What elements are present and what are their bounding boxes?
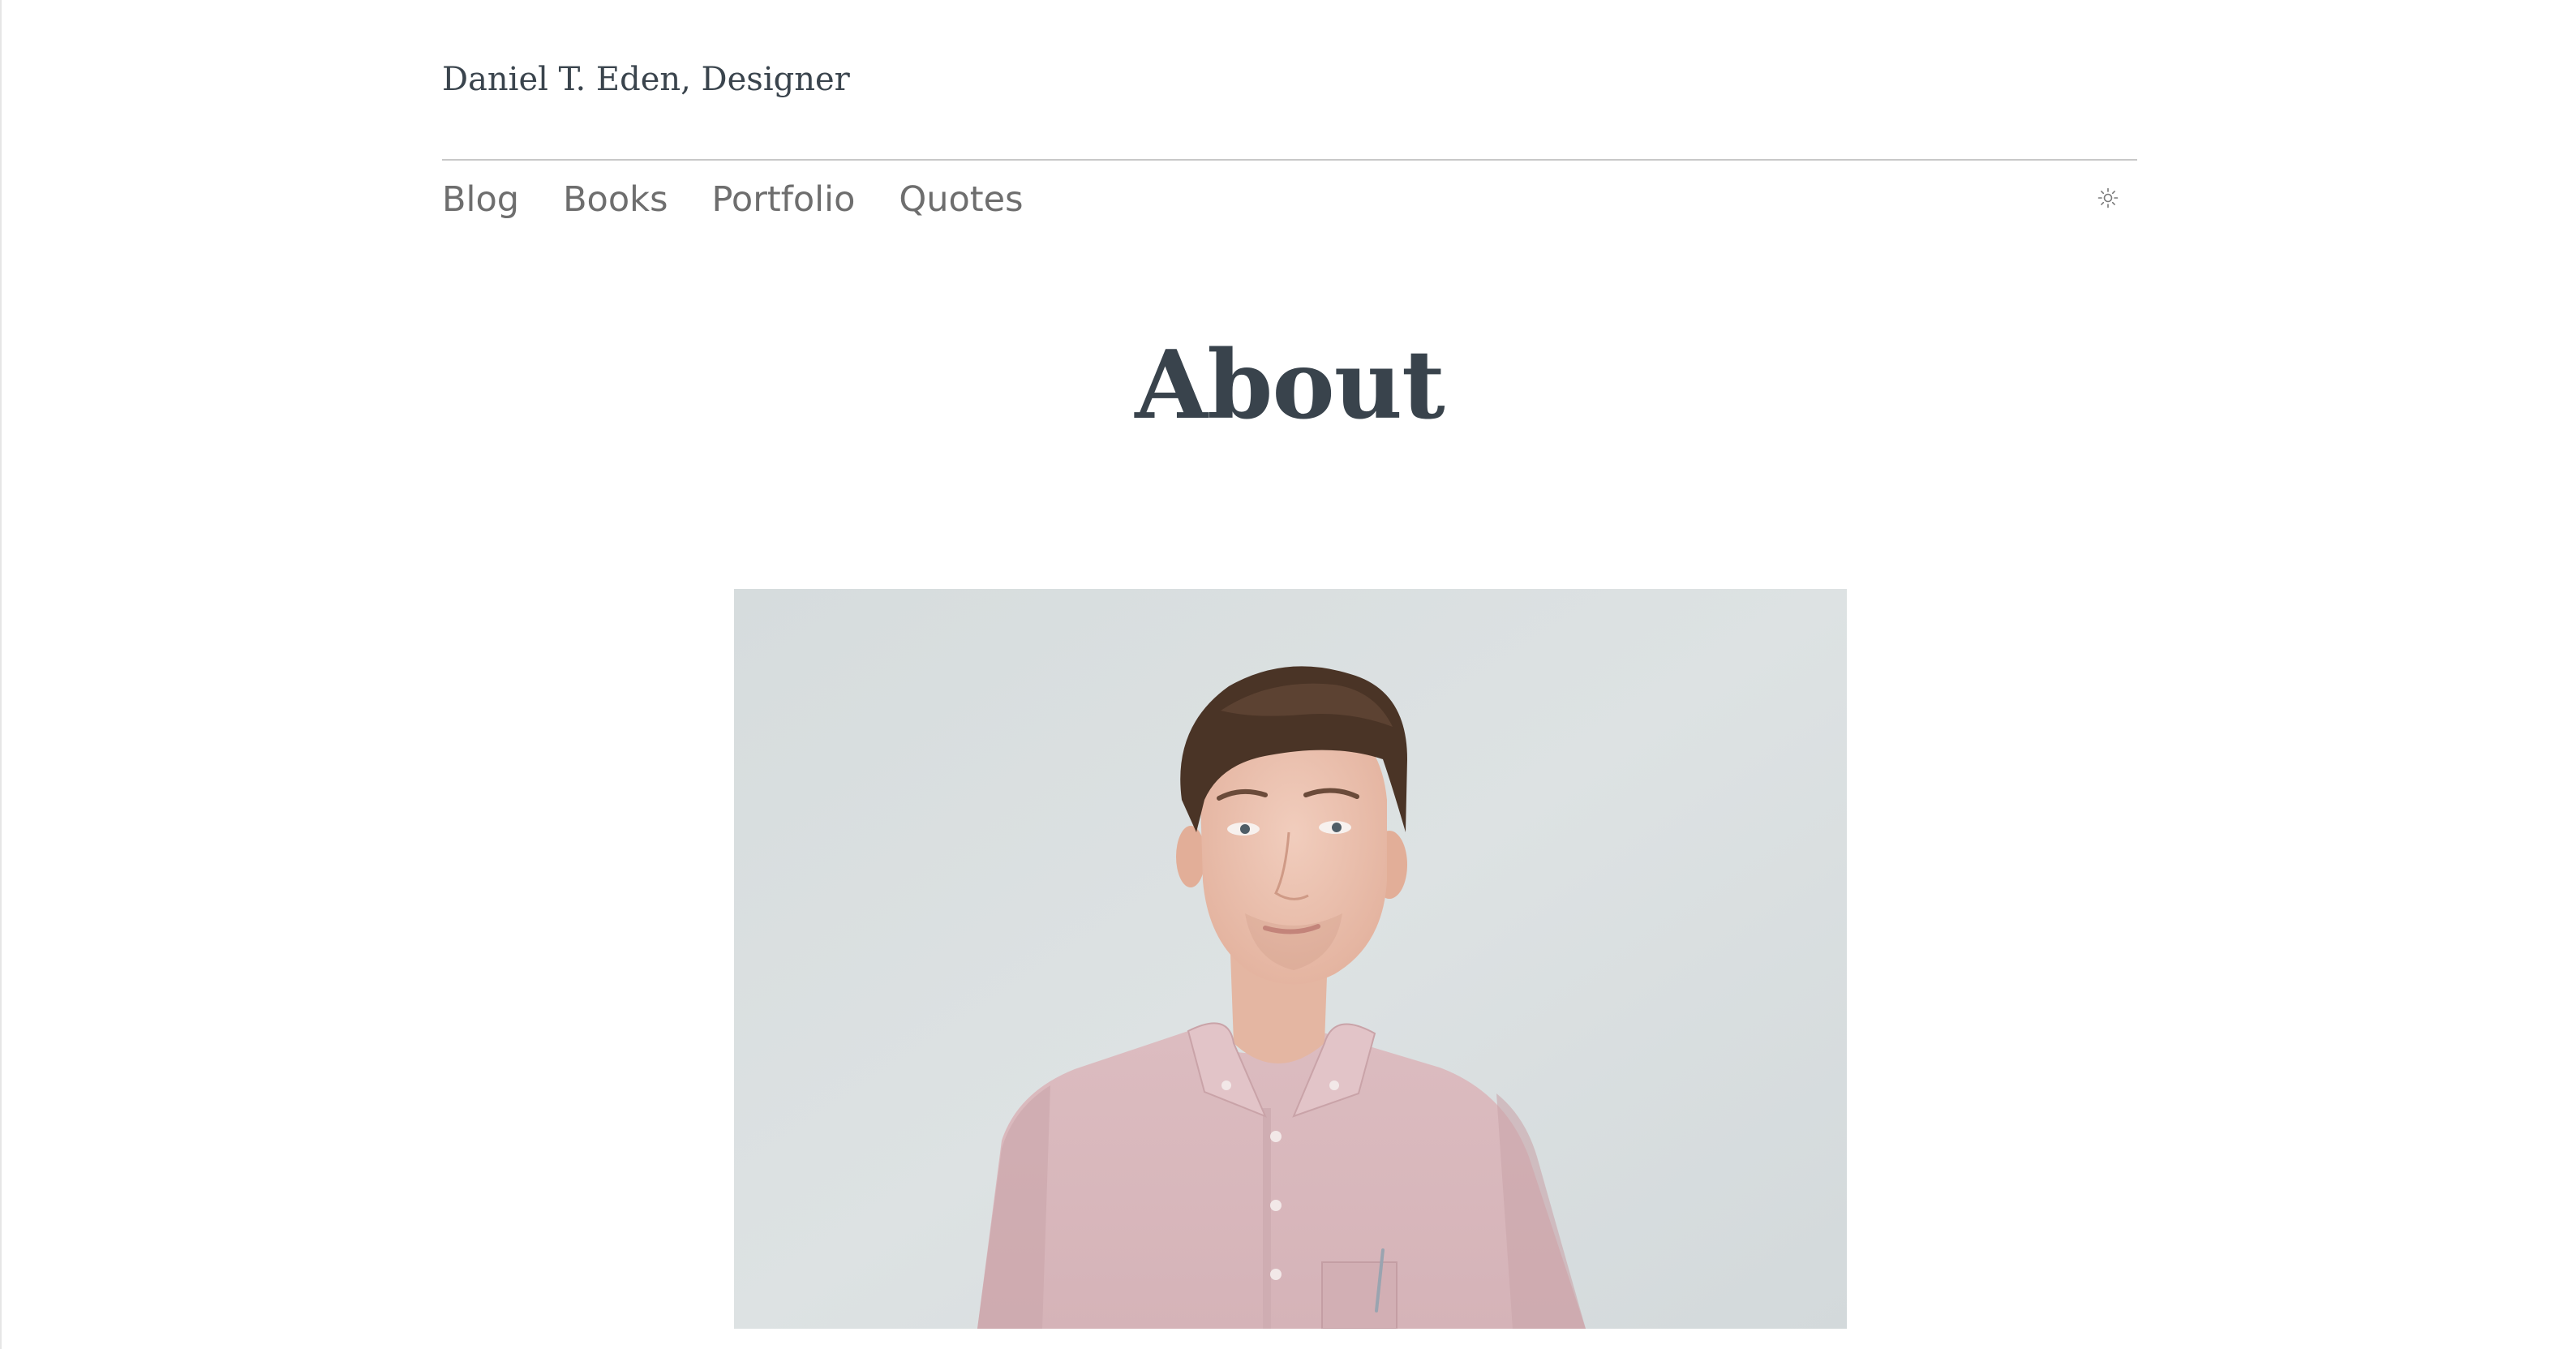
sun-icon — [2097, 187, 2119, 208]
header-divider — [442, 159, 2137, 161]
window-left-edge — [0, 0, 2, 1349]
portrait-illustration — [734, 589, 1847, 1329]
nav-link-quotes[interactable]: Quotes — [899, 174, 1023, 226]
page-title: About — [1135, 330, 1445, 440]
theme-toggle-button[interactable] — [2092, 182, 2124, 214]
site-title-link[interactable]: Daniel T. Eden, Designer — [442, 57, 850, 102]
page-container: Daniel T. Eden, Designer Blog Books Port… — [442, 0, 2137, 1349]
main-nav: Blog Books Portfolio Quotes — [442, 174, 1024, 226]
nav-link-books[interactable]: Books — [563, 174, 668, 226]
portrait-photo — [734, 589, 1847, 1329]
nav-link-blog[interactable]: Blog — [442, 174, 519, 226]
nav-link-portfolio[interactable]: Portfolio — [711, 174, 855, 226]
